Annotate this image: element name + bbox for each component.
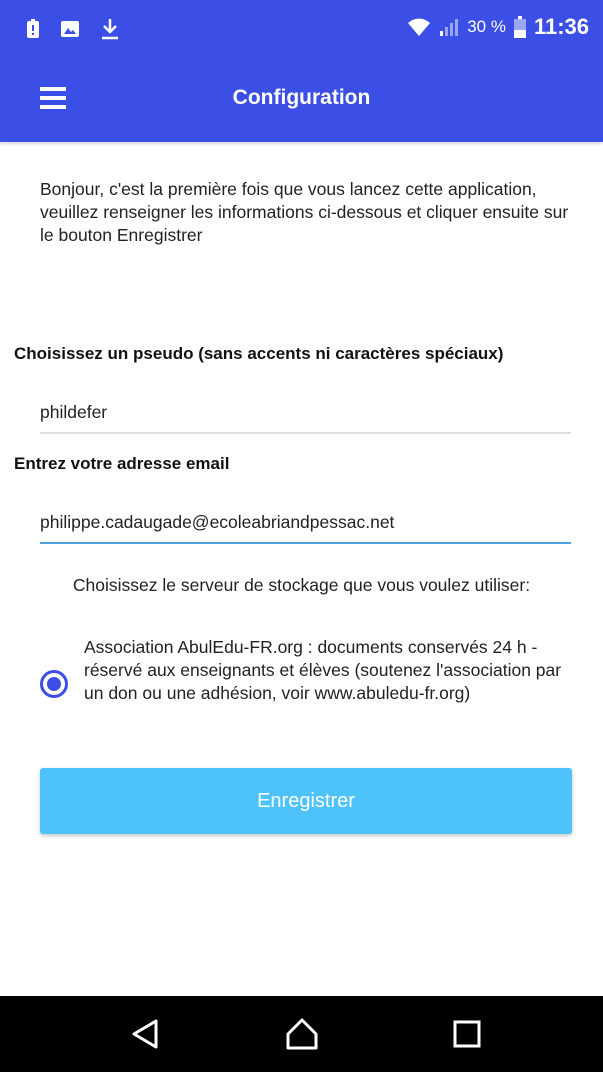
intro-text: Bonjour, c'est la première fois que vous… bbox=[40, 179, 569, 245]
download-icon bbox=[102, 19, 118, 40]
battery-icon bbox=[513, 16, 526, 38]
radio-button-selected[interactable] bbox=[40, 670, 68, 698]
status-left-icons bbox=[26, 18, 120, 40]
home-icon[interactable] bbox=[284, 1016, 320, 1052]
wifi-icon bbox=[408, 18, 431, 36]
page-title: Configuration bbox=[232, 86, 371, 109]
save-button[interactable]: Enregistrer bbox=[40, 768, 572, 834]
battery-percent: 30 % bbox=[467, 17, 506, 36]
status-bar: 30 % 11:36 bbox=[0, 0, 603, 58]
cellular-signal-icon bbox=[440, 19, 459, 36]
notification-alert-icon bbox=[27, 19, 39, 38]
recents-square-icon[interactable] bbox=[449, 1016, 485, 1052]
pseudo-label: Choisissez un pseudo (sans accents ni ca… bbox=[14, 344, 504, 363]
server-option-label: Association AbulEdu-FR.org : documents c… bbox=[84, 637, 562, 703]
image-icon bbox=[61, 21, 79, 37]
navigation-bar bbox=[0, 996, 603, 1072]
app-bar: Configuration bbox=[0, 58, 603, 142]
back-triangle-icon[interactable] bbox=[128, 1016, 164, 1052]
pseudo-input[interactable] bbox=[40, 392, 571, 434]
server-option-abuledu[interactable]: Association AbulEdu-FR.org : documents c… bbox=[40, 636, 575, 705]
server-prompt: Choisissez le serveur de stockage que vo… bbox=[72, 575, 531, 595]
email-label: Entrez votre adresse email bbox=[14, 454, 230, 473]
status-right-icons: 30 % 11:36 bbox=[407, 14, 589, 40]
clock: 11:36 bbox=[533, 14, 589, 39]
email-input[interactable] bbox=[40, 502, 571, 544]
